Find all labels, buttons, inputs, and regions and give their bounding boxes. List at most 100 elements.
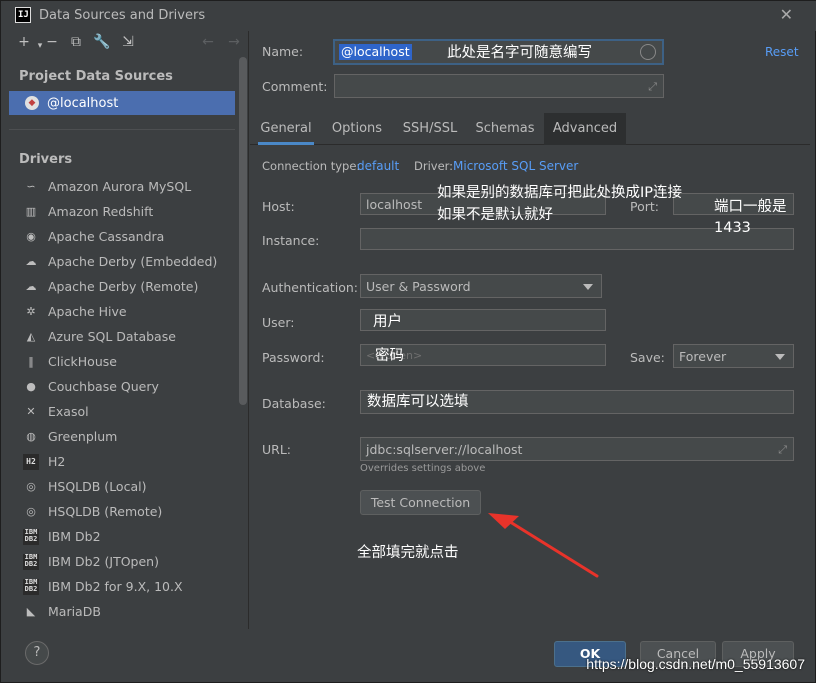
driver-label: H2	[48, 454, 66, 469]
name-label: Name:	[262, 44, 304, 59]
chevron-down-icon	[775, 354, 785, 360]
tab-bar: General Options SSH/SSL Schemas Advanced	[250, 113, 810, 145]
greenplum-icon: ◍	[26, 429, 36, 443]
driver-label: Apache Hive	[48, 304, 127, 319]
duplicate-icon[interactable]: ⧉	[67, 34, 85, 50]
user-label: User:	[262, 315, 295, 330]
driver-label: Azure SQL Database	[48, 329, 176, 344]
derby-icon: ☁	[25, 254, 37, 268]
save-select[interactable]: Forever	[673, 344, 794, 368]
driver-item[interactable]: IBM DB2 IBM Db2 for 9.X, 10.X	[9, 574, 235, 599]
ibm-db2-icon: IBM DB2	[23, 552, 39, 570]
driver-label: Greenplum	[48, 429, 118, 444]
driver-link[interactable]: Microsoft SQL Server	[453, 159, 578, 173]
drivers-heading: Drivers	[19, 152, 73, 167]
driver-label: IBM Db2 for 9.X, 10.X	[48, 579, 183, 594]
tab-ssh-ssl[interactable]: SSH/SSL	[396, 113, 464, 145]
annotation-host-2: 如果不是默认就好	[437, 207, 553, 223]
hsqldb-icon: ◎	[26, 479, 36, 493]
hsqldb-icon: ◎	[26, 504, 36, 518]
azure-icon: ◭	[26, 329, 36, 343]
reset-link[interactable]: Reset	[765, 45, 799, 59]
divider	[9, 129, 235, 130]
tab-advanced[interactable]: Advanced	[544, 113, 626, 145]
help-button[interactable]: ?	[25, 641, 49, 665]
close-icon[interactable]: ✕	[780, 5, 793, 24]
driver-item[interactable]: ✲ Apache Hive	[9, 299, 235, 324]
tab-options[interactable]: Options	[324, 113, 390, 145]
connection-type-label: Connection type:	[262, 159, 361, 173]
left-panel: + ▾ − ⧉ 🔧 ⇲ ← → Project Data Sources ◆ @…	[9, 31, 249, 629]
annotation-password: 密码	[375, 348, 404, 364]
mariadb-icon: ◣	[26, 604, 36, 618]
expand-icon[interactable]: ⤢	[648, 80, 657, 94]
driver-item[interactable]: ◍ Greenplum	[9, 424, 235, 449]
annotation-user: 用户	[373, 314, 402, 330]
left-scrollbar[interactable]	[239, 57, 247, 405]
url-input[interactable]: jdbc:sqlserver://localhost ⤢	[360, 437, 794, 461]
driver-item[interactable]: ∽ Amazon Aurora MySQL	[9, 174, 235, 199]
exasol-icon: ✕	[26, 404, 36, 418]
driver-item[interactable]: H2 H2	[9, 449, 235, 474]
connection-type-link[interactable]: default	[357, 159, 399, 173]
comment-input[interactable]: ⤢	[334, 74, 664, 98]
url-label: URL:	[262, 442, 292, 457]
wrench-icon[interactable]: 🔧	[93, 34, 111, 50]
save-value: Forever	[679, 348, 727, 364]
driver-label: MariaDB	[48, 604, 101, 619]
tab-general[interactable]: General	[258, 113, 314, 145]
tab-schemas[interactable]: Schemas	[470, 113, 540, 145]
remove-icon[interactable]: −	[43, 34, 61, 50]
expand-icon[interactable]: ⤢	[778, 443, 787, 457]
driver-item[interactable]: ◎ HSQLDB (Local)	[9, 474, 235, 499]
driver-label: Couchbase Query	[48, 379, 159, 394]
password-label: Password:	[262, 350, 325, 365]
driver-item[interactable]: ● Couchbase Query	[9, 374, 235, 399]
test-connection-button[interactable]: Test Connection	[360, 490, 481, 515]
driver-item[interactable]: ☁ Apache Derby (Remote)	[9, 274, 235, 299]
annotation-host-1: 如果是别的数据库可把此处换成IP连接	[437, 185, 683, 201]
driver-item[interactable]: ◎ HSQLDB (Remote)	[9, 499, 235, 524]
authentication-select[interactable]: User & Password	[360, 274, 602, 298]
chevron-down-icon	[583, 284, 593, 290]
watermark: https://blog.csdn.net/m0_55913607	[586, 656, 805, 672]
save-label: Save:	[630, 350, 665, 365]
url-value: jdbc:sqlserver://localhost	[366, 441, 523, 457]
annotation-port-1: 端口一般是	[714, 199, 787, 215]
project-data-sources-heading: Project Data Sources	[19, 69, 173, 84]
driver-item[interactable]: ◭ Azure SQL Database	[9, 324, 235, 349]
driver-label: IBM Db2 (JTOpen)	[48, 554, 159, 569]
database-label: Database:	[262, 396, 326, 411]
ibm-db2-icon: IBM DB2	[23, 577, 39, 595]
driver-item[interactable]: ✕ Exasol	[9, 399, 235, 424]
forward-arrow-icon[interactable]: →	[225, 34, 243, 50]
sql-server-icon: ◆	[25, 96, 39, 110]
dialog-window: IJ Data Sources and Drivers ✕ + ▾ − ⧉ 🔧 …	[0, 0, 816, 683]
dolphin-icon: ∽	[26, 179, 36, 193]
driver-item[interactable]: IBM DB2 IBM Db2 (JTOpen)	[9, 549, 235, 574]
authentication-value: User & Password	[366, 278, 471, 294]
window-title: Data Sources and Drivers	[39, 8, 206, 23]
driver-item[interactable]: ◉ Apache Cassandra	[9, 224, 235, 249]
right-panel: Name: @localhost Reset Comment: ⤢ Genera…	[250, 31, 810, 629]
driver-label: HSQLDB (Local)	[48, 479, 147, 494]
h2-icon: H2	[23, 453, 39, 470]
ibm-db2-icon: IBM DB2	[23, 527, 39, 545]
driver-label: Exasol	[48, 404, 89, 419]
driver-item[interactable]: IBM DB2 IBM Db2	[9, 524, 235, 549]
goto-icon[interactable]: ⇲	[119, 34, 137, 50]
data-source-item-localhost[interactable]: ◆ @localhost	[9, 91, 235, 115]
left-toolbar: + ▾ − ⧉ 🔧 ⇲ ← →	[9, 31, 249, 57]
back-arrow-icon[interactable]: ←	[199, 34, 217, 50]
driver-item[interactable]: ▥ Amazon Redshift	[9, 199, 235, 224]
driver-item[interactable]: ☁ Apache Derby (Embedded)	[9, 249, 235, 274]
name-value: @localhost	[339, 44, 412, 60]
driver-label: Apache Derby (Remote)	[48, 279, 199, 294]
driver-label: Amazon Redshift	[48, 204, 154, 219]
driver-item[interactable]: ‖ ClickHouse	[9, 349, 235, 374]
color-circle-icon[interactable]	[640, 44, 656, 60]
url-hint: Overrides settings above	[360, 463, 486, 474]
comment-label: Comment:	[262, 79, 328, 94]
driver-item[interactable]: ◣ MariaDB	[9, 599, 235, 624]
driver-label: Amazon Aurora MySQL	[48, 179, 192, 194]
